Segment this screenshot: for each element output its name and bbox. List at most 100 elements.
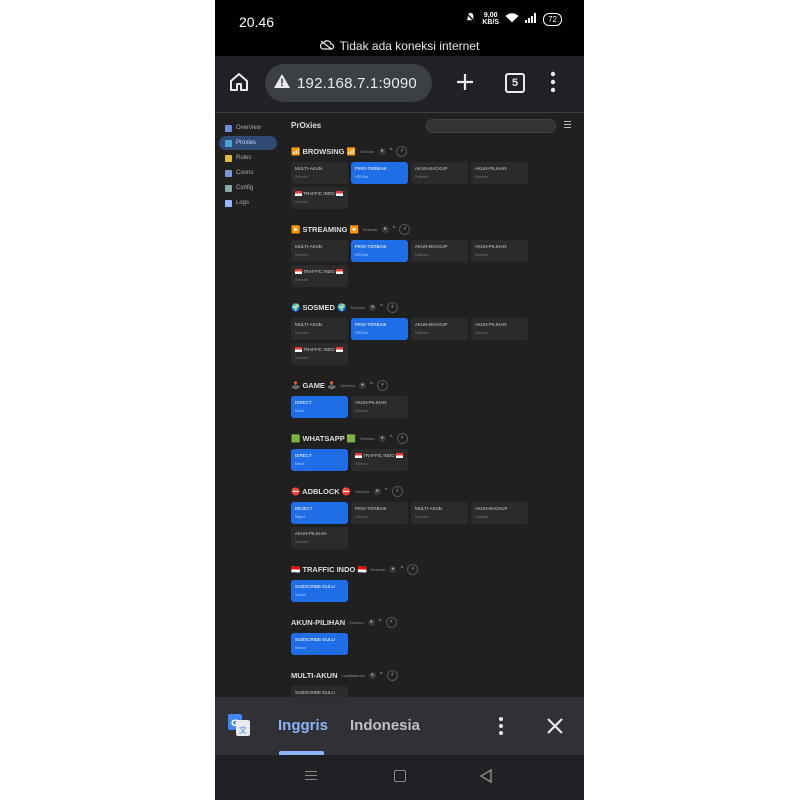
proxy-card[interactable]: TRAFFIC INDO Selector <box>291 187 348 209</box>
proxy-card[interactable]: DIRECT Direct <box>291 396 348 418</box>
sidebar-item-config[interactable]: Config <box>219 181 277 195</box>
proxy-group-type: Selector <box>362 226 378 232</box>
proxy-card[interactable]: AKUN-BACKUP Fallback <box>411 318 468 340</box>
info-icon[interactable]: ● <box>378 147 386 155</box>
info-icon[interactable]: ● <box>389 565 397 573</box>
proxy-group-header: 🌍 SOSMED 🌍 Selector ● ^ ⚡ <box>291 301 581 313</box>
info-icon[interactable]: ● <box>373 487 381 495</box>
proxy-list: MULTI-AKUN Selector PING-TERBAIK URLTest AKU… <box>291 162 531 209</box>
address-bar[interactable]: 192.168.7.1:9090 <box>265 64 432 102</box>
latency-test-icon[interactable]: ⚡ <box>399 223 411 235</box>
proxy-card[interactable]: SUBSCRIBE-DULUVmess <box>291 686 348 697</box>
sidebar-item-rules[interactable]: Rules <box>219 151 277 165</box>
info-icon[interactable]: ● <box>381 225 389 233</box>
proxy-card[interactable]: AKUN-BACKUP Fallback <box>411 162 468 184</box>
proxy-type: Selector <box>415 515 428 519</box>
chevron-up-icon[interactable]: ^ <box>379 619 382 625</box>
info-icon[interactable]: ● <box>359 381 367 389</box>
chevron-up-icon[interactable]: ^ <box>390 148 393 154</box>
latency-test-icon[interactable]: ⚡ <box>407 563 419 575</box>
sidebar-item-logs[interactable]: Logs <box>219 196 277 210</box>
chevron-up-icon[interactable]: ^ <box>400 566 403 572</box>
proxy-card[interactable]: MULTI-AKUN Selector <box>291 240 348 262</box>
proxy-card[interactable]: AKUN-PILIHAN Selector <box>291 527 348 549</box>
proxy-card[interactable]: MULTI-AKUN Selector <box>291 318 348 340</box>
proxy-card[interactable]: DIRECT Direct <box>291 449 348 471</box>
proxy-group-type: Selector <box>360 435 375 441</box>
tab-target-language[interactable]: Indonesia <box>350 717 420 734</box>
proxy-card[interactable]: TRAFFIC INDO Selector <box>291 343 348 365</box>
recents-button[interactable] <box>305 771 317 783</box>
sidebar-item-proxies[interactable]: Proxies <box>219 136 277 150</box>
tab-source-language[interactable]: Inggris <box>278 717 328 734</box>
proxy-type: Selector <box>295 200 308 204</box>
latency-test-icon[interactable]: ⚡ <box>391 485 403 497</box>
proxy-name: AKUN-BACKUP <box>415 244 448 249</box>
url-text[interactable]: 192.168.7.1:9090 <box>297 75 417 92</box>
proxy-card[interactable]: AKUN-BACKUP Fallback <box>411 240 468 262</box>
proxy-card[interactable]: AKUN-BACKUP Fallback <box>471 502 528 524</box>
proxy-card[interactable]: AKUN-PILIHAN Selector <box>471 318 528 340</box>
proxy-group: 📶 BROWSING 📶 Selector ● ^ ⚡ MULTI-AKUN Selecto… <box>291 145 581 209</box>
sidebar: Overview Proxies Rules Conns Config Logs <box>219 121 277 211</box>
translate-close-button[interactable] <box>545 716 565 736</box>
proxy-group-header: 🕹️ GAME 🕹️ Selector ● ^ ⚡ <box>291 379 581 391</box>
proxy-card[interactable]: SUBSCRIBE-DULUVmess <box>291 633 348 655</box>
network-speed: 9,00 KB/S <box>482 12 500 26</box>
proxy-card[interactable]: PING-TERBAIK URLTest <box>351 162 408 184</box>
proxy-card[interactable]: AKUN-PILIHAN Selector <box>471 162 528 184</box>
proxy-card[interactable]: MULTI-AKUN Selector <box>291 162 348 184</box>
proxy-name: MULTI-AKUN <box>295 166 323 171</box>
chevron-up-icon[interactable]: ^ <box>385 488 388 494</box>
info-icon[interactable]: ● <box>369 303 377 311</box>
proxy-card[interactable]: PING-TERBAIK URLTest <box>351 502 408 524</box>
latency-test-icon[interactable]: ⚡ <box>396 145 408 157</box>
latency-test-icon[interactable]: ⚡ <box>386 669 398 681</box>
proxy-card[interactable]: PING-TERBAIK URLTest <box>351 318 408 340</box>
proxy-card[interactable]: AKUN-PILIHAN Selector <box>351 396 408 418</box>
nav-back-button[interactable] <box>479 768 493 784</box>
chevron-up-icon[interactable]: ^ <box>390 435 393 441</box>
translate-menu-button[interactable] <box>497 716 505 736</box>
latency-test-icon[interactable]: ⚡ <box>376 379 388 391</box>
proxy-card[interactable]: TRAFFIC INDO Selector <box>351 449 408 471</box>
proxy-card[interactable]: PING-TERBAIK URLTest <box>351 240 408 262</box>
proxy-group-header: AKUN-PILIHAN Selector ● ^ ⚡ <box>291 616 581 628</box>
proxy-type: Fallback <box>415 253 429 257</box>
latency-test-icon[interactable]: ⚡ <box>396 432 408 444</box>
browser-menu-button[interactable] <box>549 71 557 93</box>
proxy-card[interactable]: SUBSCRIBE-DULUVmess <box>291 580 348 602</box>
sidebar-item-conns[interactable]: Conns <box>219 166 277 180</box>
info-icon[interactable]: ● <box>367 618 375 626</box>
sidebar-item-overview[interactable]: Overview <box>219 121 277 135</box>
chevron-up-icon[interactable]: ^ <box>370 382 373 388</box>
proxy-card[interactable]: REJECT Reject <box>291 502 348 524</box>
nav-home-button[interactable] <box>394 770 406 782</box>
chevron-up-icon[interactable]: ^ <box>380 672 383 678</box>
translate-bar: G文 Inggris Indonesia <box>215 697 584 755</box>
clash-dashboard: Overview Proxies Rules Conns Config Logs PrOx… <box>215 113 584 697</box>
proxy-card[interactable]: AKUN-PILIHAN Selector <box>471 240 528 262</box>
proxy-group-type: Selector <box>340 382 356 388</box>
home-button[interactable] <box>227 70 251 94</box>
proxy-group: 🇮🇩 TRAFFIC INDO 🇮🇩 Selector ● ^ ⚡ SUBSCRIBE-D… <box>291 563 581 602</box>
info-icon[interactable]: ● <box>378 434 386 442</box>
proxy-group-type: Selector <box>350 304 366 310</box>
group-emoji-icon: 🟩 <box>346 433 357 443</box>
info-icon[interactable]: ● <box>368 671 376 679</box>
chevron-up-icon[interactable]: ^ <box>380 304 383 310</box>
proxy-filter-input[interactable] <box>426 119 556 133</box>
proxy-type: Selector <box>295 175 308 179</box>
tab-switcher-button[interactable]: 5 <box>505 73 525 93</box>
proxy-list: SUBSCRIBE-DULU Vmess <box>291 633 531 655</box>
chevron-up-icon[interactable]: ^ <box>393 226 396 232</box>
proxy-card[interactable]: MULTI-AKUN Selector <box>411 502 468 524</box>
proxy-group-header: 📶 BROWSING 📶 Selector ● ^ ⚡ <box>291 145 581 157</box>
warning-icon[interactable] <box>273 73 291 94</box>
new-tab-button[interactable] <box>453 70 477 94</box>
proxy-card[interactable]: TRAFFIC INDO Selector <box>291 265 348 287</box>
latency-test-icon[interactable]: ⚡ <box>385 616 397 628</box>
settings-menu-button[interactable] <box>564 121 571 130</box>
latency-test-icon[interactable]: ⚡ <box>386 301 398 313</box>
proxy-group-type: Selector <box>355 488 370 494</box>
